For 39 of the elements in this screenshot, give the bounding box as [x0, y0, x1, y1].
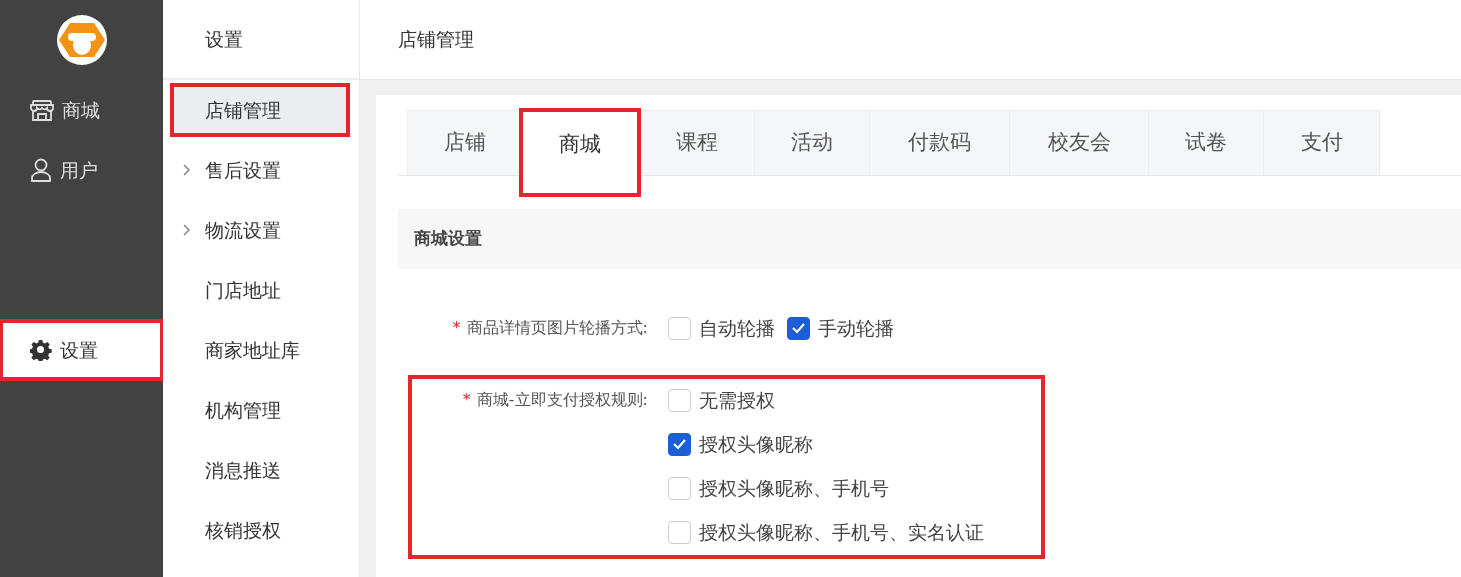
field-label: * 商品详情页图片轮播方式:	[451, 317, 649, 339]
tab[interactable]: 试卷	[1148, 110, 1264, 175]
nav-item[interactable]: 设置	[0, 320, 163, 380]
submenu-item[interactable]: 物流设置	[183, 207, 281, 253]
check-icon	[791, 322, 806, 334]
tab[interactable]: 校友会	[1009, 110, 1149, 175]
submenu-item[interactable]: 机构管理	[183, 387, 281, 433]
checkbox-option[interactable]: 无需授权	[668, 385, 984, 415]
store-icon	[30, 99, 54, 121]
menu-title: 设置	[205, 26, 243, 52]
checkbox-option[interactable]: 授权头像昵称、手机号、实名认证	[668, 517, 984, 547]
submenu-item[interactable]: 消息推送	[183, 447, 281, 493]
checkbox-option[interactable]: 手动轮播	[787, 313, 894, 343]
tab[interactable]: 活动	[754, 110, 870, 175]
tab[interactable]: 付款码	[869, 110, 1010, 175]
checkbox-option[interactable]: 授权头像昵称	[668, 429, 984, 459]
checkbox-option[interactable]: 授权头像昵称、手机号	[668, 473, 984, 503]
tab[interactable]: 课程	[638, 110, 755, 175]
submenu-item[interactable]: 门店地址	[183, 267, 281, 313]
user-icon	[30, 158, 52, 182]
page-title: 店铺管理	[398, 27, 474, 53]
checkbox[interactable]	[787, 316, 810, 340]
chevron-right-icon	[183, 224, 191, 236]
nav-item[interactable]: 商城	[0, 80, 163, 140]
tab[interactable]: 店铺	[407, 110, 522, 175]
tab[interactable]: 支付	[1263, 110, 1380, 175]
field-label: * 商城-立即支付授权规则:	[461, 389, 649, 411]
monkey-logo	[56, 15, 107, 65]
nav-item[interactable]: 用户	[0, 140, 163, 200]
checkbox-option[interactable]: 自动轮播	[668, 313, 775, 343]
submenu-item[interactable]: 商家地址库	[183, 327, 300, 373]
section-title: 商城设置	[414, 227, 482, 251]
tab[interactable]: 商城	[521, 110, 639, 195]
chevron-right-icon	[183, 164, 191, 176]
submenu-item[interactable]: 售后设置	[183, 147, 281, 193]
checkbox[interactable]	[668, 432, 691, 456]
settings-icon	[30, 339, 52, 361]
check-icon	[672, 438, 687, 450]
submenu-item[interactable]: 核销授权	[183, 507, 281, 553]
